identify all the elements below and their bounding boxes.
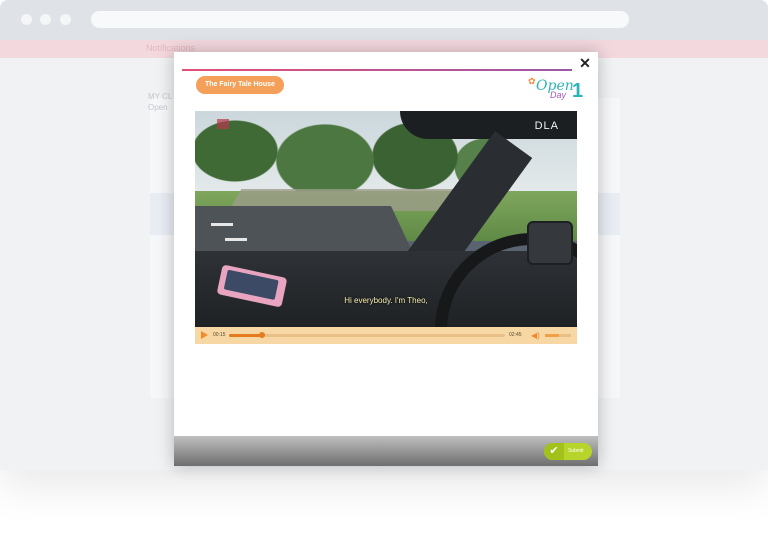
current-time: 00:15 xyxy=(213,332,226,338)
submit-button[interactable]: ✔ Submit xyxy=(544,443,592,460)
check-icon: ✔ xyxy=(544,443,564,460)
volume-level xyxy=(545,334,560,337)
flower-icon: ✿ xyxy=(528,76,536,86)
seek-bar[interactable] xyxy=(229,332,505,338)
window-minimize-dot[interactable] xyxy=(40,14,51,25)
modal-accent-line xyxy=(182,69,572,71)
address-bar[interactable] xyxy=(91,11,629,28)
background-subheading: Open xyxy=(148,103,168,112)
seek-handle[interactable] xyxy=(259,332,266,338)
video-brand: DLA xyxy=(534,120,559,132)
activity-tag: The Fairy Tale House xyxy=(196,76,284,94)
video-frame[interactable]: DLA Hi everybody. I'm Theo, xyxy=(195,111,577,327)
play-icon[interactable] xyxy=(201,331,208,339)
submit-label: Submit xyxy=(568,448,584,454)
volume-icon[interactable]: ◀) xyxy=(531,331,540,340)
logo-number: 1 xyxy=(572,80,584,102)
close-icon[interactable]: ✕ xyxy=(577,55,593,71)
browser-titlebar xyxy=(0,0,768,40)
channel-logo xyxy=(217,119,229,129)
volume-slider[interactable] xyxy=(545,334,571,337)
side-mirror xyxy=(527,221,573,265)
road-marking xyxy=(211,223,233,226)
window-maximize-dot[interactable] xyxy=(60,14,71,25)
logo-sub: Day xyxy=(550,90,567,100)
road-marking xyxy=(225,238,247,241)
activity-modal: ✕ The Fairy Tale House ✿ Open Day 1 DLA … xyxy=(174,52,598,466)
modal-footer: ✔ Submit xyxy=(174,436,598,466)
video-controls: 00:15 02:45 ◀) xyxy=(195,327,577,344)
open-day-logo: ✿ Open Day 1 xyxy=(526,76,588,104)
seek-progress xyxy=(229,334,263,337)
duration: 02:45 xyxy=(509,332,522,338)
window-close-dot[interactable] xyxy=(21,14,32,25)
video-subtitle: Hi everybody. I'm Theo, xyxy=(344,296,428,305)
background-heading: MY CL xyxy=(148,92,173,101)
